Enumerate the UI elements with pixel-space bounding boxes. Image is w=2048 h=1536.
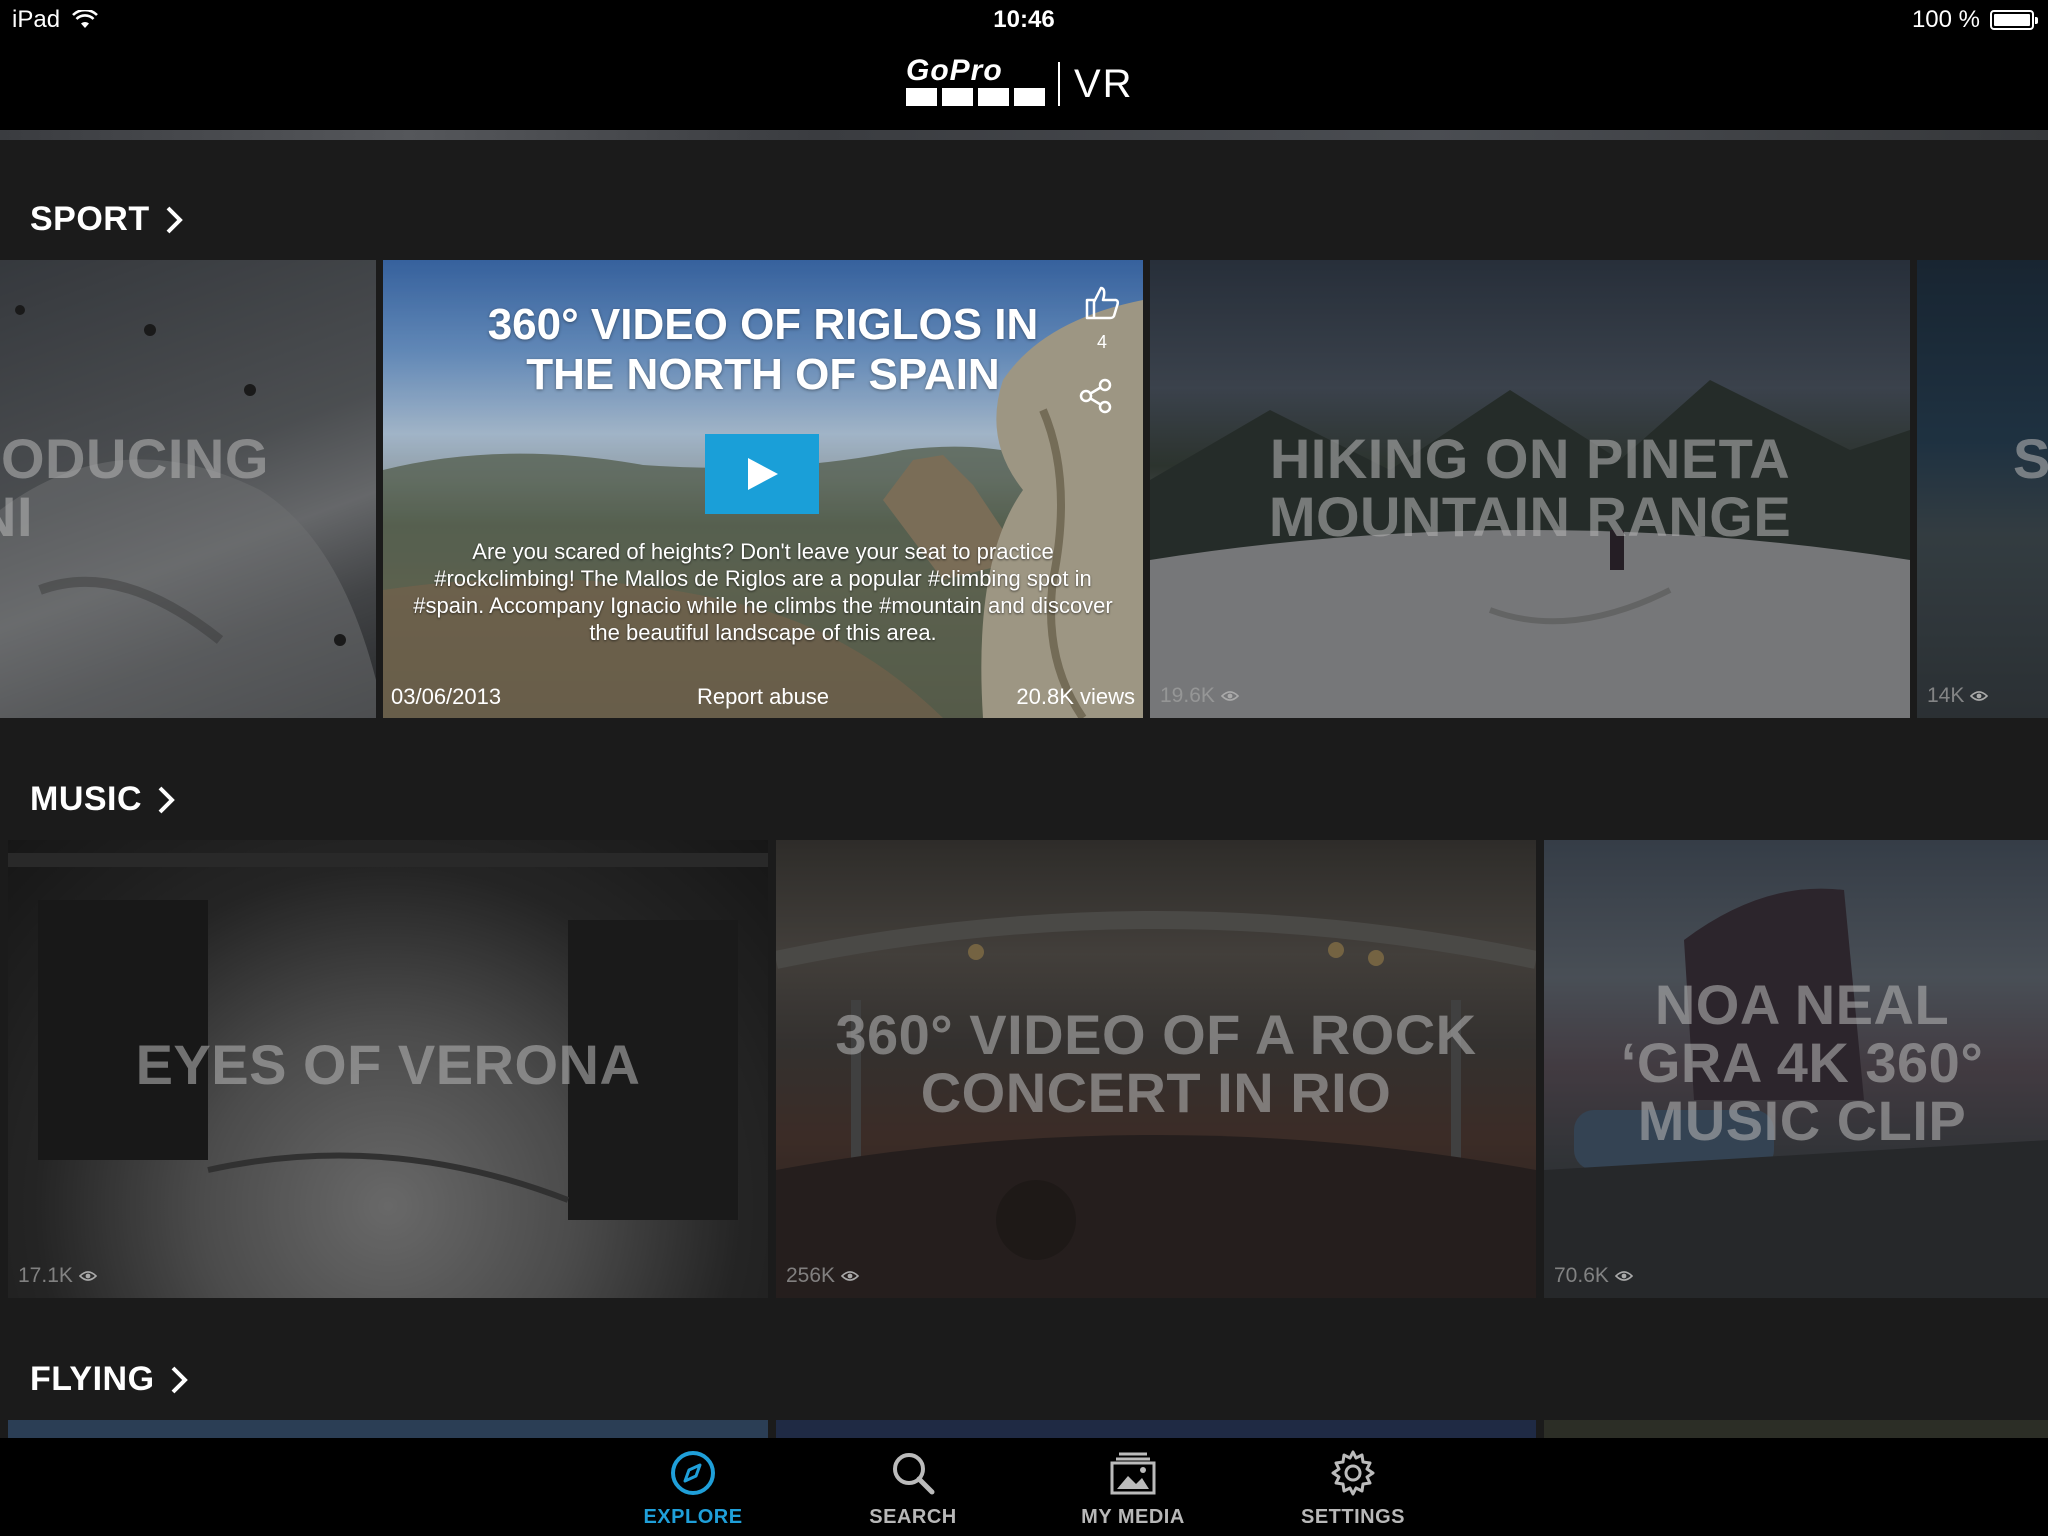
tab-explore[interactable]: EXPLORE xyxy=(613,1438,773,1536)
gopro-logo: GoPro xyxy=(906,54,1046,110)
featured-title: 360° VIDEO OF RIGLOS IN THE NORTH OF SPA… xyxy=(487,300,1039,399)
video-card[interactable]: RODUCING INI xyxy=(0,260,376,718)
eye-icon xyxy=(1614,1271,1633,1281)
card-title: HIKING ON PINETA MOUNTAIN RANGE xyxy=(1268,427,1792,548)
card-title: 360° VIDEO OF A ROCK CONCERT IN RIO xyxy=(835,1003,1477,1124)
featured-description: Are you scared of heights? Don't leave y… xyxy=(413,539,1113,645)
tab-label: EXPLORE xyxy=(643,1506,743,1528)
compass-icon xyxy=(671,1451,715,1495)
tab-label: MY MEDIA xyxy=(1081,1506,1185,1528)
status-bar: iPad 10:46 100 % xyxy=(0,0,2048,40)
tab-my-media[interactable]: MY MEDIA xyxy=(1053,1438,1213,1536)
play-button[interactable] xyxy=(705,434,819,514)
view-count: 256K xyxy=(786,1264,860,1288)
video-card[interactable]: EYES OF VERONA 17.1K xyxy=(8,840,768,1298)
tab-label: SETTINGS xyxy=(1300,1506,1405,1528)
view-count: 70.6K xyxy=(1554,1264,1633,1288)
chevron-right-icon xyxy=(166,206,183,233)
search-icon xyxy=(893,1453,935,1495)
video-card[interactable]: S 14K xyxy=(1917,260,2048,718)
card-title: S xyxy=(2013,427,2048,490)
tab-search[interactable]: SEARCH xyxy=(833,1438,993,1536)
card-title: EYES OF VERONA xyxy=(135,1033,641,1096)
battery-percent: 100 % xyxy=(1911,6,1980,33)
video-card[interactable]: HIKING ON PINETA MOUNTAIN RANGE 19.6K xyxy=(1150,260,1910,718)
play-icon xyxy=(748,458,778,490)
status-right: 100 % xyxy=(1911,6,2038,34)
chevron-right-icon xyxy=(171,1366,188,1393)
chevron-right-icon xyxy=(158,786,175,813)
thumbs-up-icon[interactable] xyxy=(1083,284,1121,320)
view-count: 19.6K xyxy=(1160,684,1239,708)
card-title: RODUCING xyxy=(0,427,269,490)
section-title-sport[interactable]: SPORT xyxy=(30,200,184,239)
eye-icon xyxy=(1220,691,1239,701)
gopro-vr-logo: GoPro VR xyxy=(906,54,1146,110)
banner-strip xyxy=(0,130,2048,140)
tab-label: SEARCH xyxy=(869,1506,957,1528)
card-title: NOA NEAL ‘GRA 4K 360° MUSIC CLIP xyxy=(1620,973,1984,1152)
eye-icon xyxy=(78,1271,97,1281)
eye-icon xyxy=(841,1271,860,1281)
tab-settings[interactable]: SETTINGS xyxy=(1273,1438,1433,1536)
featured-video-card[interactable]: 360° VIDEO OF RIGLOS IN THE NORTH OF SPA… xyxy=(383,260,1143,718)
product-name: VR xyxy=(1074,61,1134,106)
gear-icon xyxy=(1331,1450,1375,1496)
top-bar: iPad 10:46 100 % GoPro VR xyxy=(0,0,2048,130)
tab-bar: EXPLORE SEARCH MY MEDIA SETTINGS xyxy=(0,1438,2048,1536)
battery-icon xyxy=(1990,10,2038,30)
view-count: 14K xyxy=(1927,684,1989,708)
section-title-music[interactable]: MUSIC xyxy=(30,780,176,819)
media-icon xyxy=(1110,1452,1156,1495)
share-icon[interactable] xyxy=(1079,378,1113,414)
video-card[interactable]: NOA NEAL ‘GRA 4K 360° MUSIC CLIP 70.6K xyxy=(1544,840,2048,1298)
like-count: 4 xyxy=(1096,332,1107,352)
brand-wordmark: GoPro xyxy=(906,54,1003,87)
section-title-flying[interactable]: FLYING xyxy=(30,1360,189,1399)
app-screen: iPad 10:46 100 % GoPro VR SPORT ODUCING … xyxy=(0,0,2048,1536)
view-count: 17.1K xyxy=(18,1264,97,1288)
featured-views: 20.8K views xyxy=(1016,684,1135,709)
eye-icon xyxy=(1970,691,1989,701)
status-time: 10:46 xyxy=(993,6,1055,33)
video-card[interactable]: 360° VIDEO OF A ROCK CONCERT IN RIO 256K xyxy=(776,840,1536,1298)
